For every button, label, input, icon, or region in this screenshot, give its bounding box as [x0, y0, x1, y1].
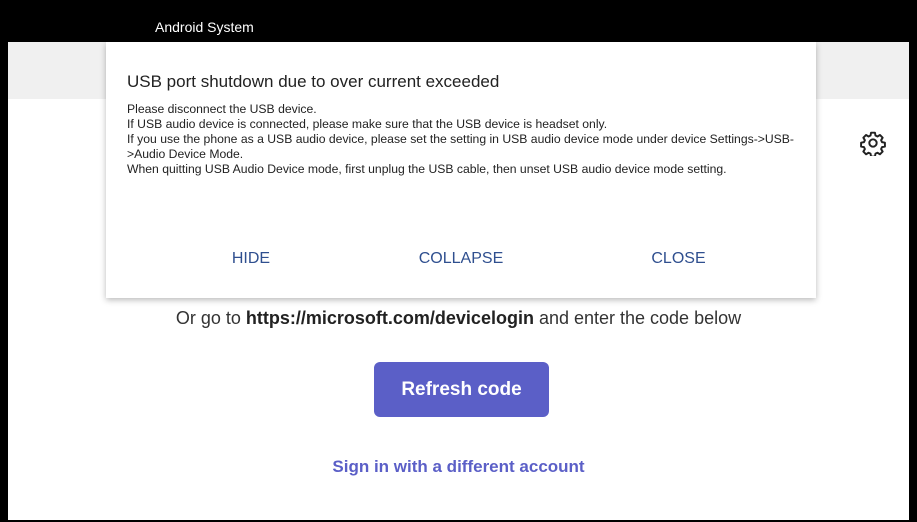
dialog-message-line: If USB audio device is connected, please… [127, 117, 608, 131]
device-login-instructions: Or go to https://microsoft.com/devicelog… [0, 308, 917, 329]
refresh-code-button[interactable]: Refresh code [374, 362, 549, 417]
goto-prefix: Or go to [175, 308, 246, 328]
goto-suffix: and enter the code below [533, 308, 742, 328]
dialog-message: Please disconnect the USB device. If USB… [127, 102, 797, 177]
dialog-title: USB port shutdown due to over current ex… [127, 72, 500, 91]
hide-button[interactable]: HIDE [216, 250, 286, 268]
dialog-message-line: Please disconnect the USB device. [127, 102, 317, 116]
status-bar: Android System [0, 0, 917, 42]
sign-in-different-account-link[interactable]: Sign in with a different account [0, 457, 917, 477]
collapse-button[interactable]: COLLAPSE [406, 250, 516, 268]
usb-warning-dialog: USB port shutdown due to over current ex… [106, 42, 816, 298]
status-bar-title: Android System [155, 19, 254, 35]
gear-icon[interactable] [860, 130, 886, 156]
dialog-message-line: If you use the phone as a USB audio devi… [127, 132, 794, 161]
dialog-message-line: When quitting USB Audio Device mode, fir… [127, 162, 727, 176]
device-login-url[interactable]: https://microsoft.com/devicelogin [246, 308, 534, 328]
close-button[interactable]: CLOSE [641, 250, 716, 268]
